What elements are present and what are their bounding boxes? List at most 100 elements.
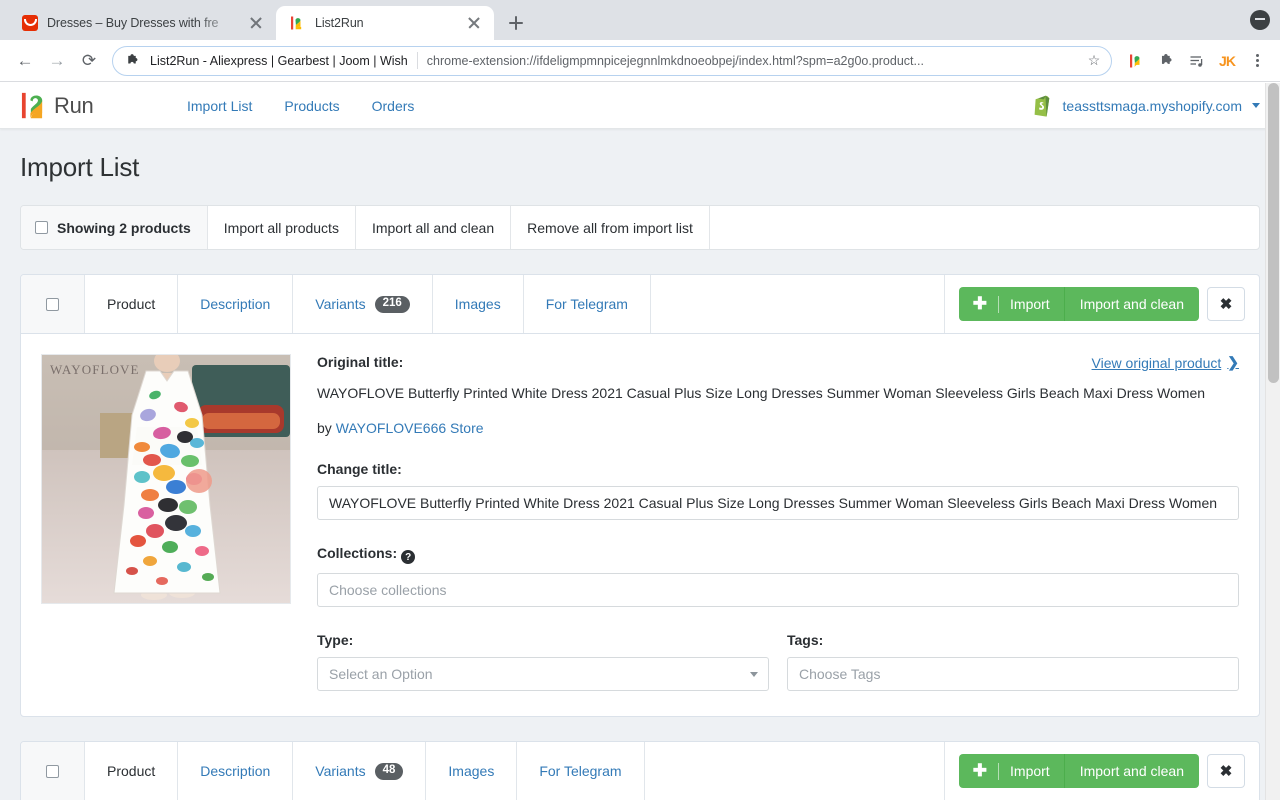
omnibox-divider [416, 52, 418, 69]
bulk-actions-toolbar: Showing 2 products Import all products I… [20, 205, 1260, 250]
view-original-product-link[interactable]: View original product ❯ [1092, 354, 1239, 371]
import-split-button: ✚ Import Import and clean [958, 287, 1199, 321]
jk-extension-icon[interactable]: JK [1214, 48, 1240, 74]
remove-all-from-import-list-button[interactable]: Remove all from import list [511, 206, 710, 249]
import-split-button: ✚ Import Import and clean [958, 754, 1199, 789]
change-title-input[interactable]: WAYOFLOVE Butterfly Printed White Dress … [317, 485, 1239, 520]
list2run-extension-icon[interactable] [1124, 48, 1150, 74]
store-selector[interactable]: teassttsmaga.myshopify.com [1034, 95, 1260, 117]
product-actions: ✚ Import Import and clean ✖ [945, 742, 1259, 800]
product-body: WAYOFLOVE Original title: View original … [21, 334, 1259, 716]
import-all-products-button[interactable]: Import all products [208, 206, 356, 249]
tab-variants[interactable]: Variants 216 [293, 275, 433, 333]
tags-input[interactable]: Choose Tags [787, 657, 1239, 692]
new-tab-button[interactable] [502, 9, 530, 37]
tab-for-telegram[interactable]: For Telegram [517, 742, 645, 800]
tags-label: Tags: [787, 632, 824, 649]
help-icon[interactable]: ? [401, 550, 416, 565]
nav-item-products[interactable]: Products [284, 98, 339, 114]
variants-count-badge: 48 [374, 762, 404, 780]
tab-for-telegram[interactable]: For Telegram [524, 275, 651, 333]
tab-variants[interactable]: Variants 48 [293, 742, 427, 800]
button-divider [998, 295, 1000, 313]
view-original-label: View original product [1091, 354, 1222, 371]
address-bar[interactable]: List2Run - Aliexpress | Gearbest | Joom … [112, 45, 1112, 76]
import-and-clean-button[interactable]: Import and clean [1063, 287, 1199, 321]
tab-title: List2Run [315, 16, 364, 30]
remove-product-button[interactable]: ✖ [1207, 754, 1245, 789]
puzzle-icon[interactable] [1154, 48, 1180, 74]
collections-label-text: Collections: [317, 544, 398, 561]
reload-icon[interactable]: ⟳ [74, 46, 104, 76]
close-icon[interactable] [248, 15, 264, 31]
tab-description[interactable]: Description [178, 275, 294, 333]
browser-tab-list2run[interactable]: List2Run [276, 6, 494, 40]
close-icon[interactable] [466, 15, 482, 31]
page-content: Run Import List Products Orders teasstts… [0, 83, 1280, 800]
collections-label: Collections:? [317, 545, 1239, 565]
type-column: Type: Select an Option [317, 607, 769, 692]
reading-list-icon[interactable] [1184, 48, 1210, 74]
select-all-checkbox[interactable] [35, 221, 48, 234]
product-tabbar: Product Description Variants 216 Images … [21, 275, 1259, 334]
back-icon[interactable]: ← [10, 46, 40, 76]
showing-count-label: Showing 2 products [57, 219, 191, 236]
product-card: Product Description Variants 216 Images … [20, 274, 1260, 718]
tab-variants-label: Variants [315, 763, 366, 780]
by-prefix: by [317, 419, 332, 436]
plus-icon: ✚ [972, 761, 988, 781]
forward-icon[interactable]: → [42, 46, 72, 76]
collections-input[interactable]: Choose collections [317, 573, 1239, 608]
app-header: Run Import List Products Orders teasstts… [0, 83, 1280, 129]
product-title-text: WAYOFLOVE Butterfly Printed White Dress … [317, 385, 1206, 401]
tabbar-spacer [645, 742, 945, 800]
import-and-clean-button[interactable]: Import and clean [1063, 754, 1199, 789]
store-name: teassttsmaga.myshopify.com [1062, 97, 1242, 114]
scrollbar-thumb[interactable] [1268, 83, 1279, 383]
button-divider [998, 762, 1000, 780]
product-checkbox[interactable] [46, 297, 59, 311]
page-title: Import List [20, 152, 140, 182]
chevron-right-icon: ❯ [1227, 354, 1239, 370]
tab-product[interactable]: Product [85, 742, 179, 800]
tab-images[interactable]: Images [426, 742, 518, 800]
change-title-label: Change title: [317, 460, 402, 477]
tab-description[interactable]: Description [178, 742, 294, 800]
original-title-row: Original title: View original product ❯ [317, 354, 1239, 371]
original-title-label: Original title: [317, 354, 404, 370]
product-checkbox[interactable] [46, 764, 59, 778]
kebab-menu-icon[interactable] [1244, 48, 1270, 74]
remove-product-button[interactable]: ✖ [1207, 287, 1245, 321]
import-button[interactable]: ✚ Import [958, 287, 1064, 321]
product-byline: by WAYOFLOVE666 Store [317, 420, 1239, 436]
bookmark-star-icon[interactable]: ☆ [1083, 52, 1105, 69]
tab-images[interactable]: Images [433, 275, 524, 333]
import-button[interactable]: ✚ Import [958, 754, 1064, 789]
tab-title: Dresses – Buy Dresses with fre [47, 16, 219, 30]
logo-text: Run [54, 92, 94, 118]
browser-tab-aliexpress[interactable]: Dresses – Buy Dresses with fre [8, 6, 276, 40]
type-tags-row: Type: Select an Option Tags: Choose Tags [317, 607, 1239, 692]
nav-item-import-list[interactable]: Import List [187, 98, 252, 114]
nav-item-orders[interactable]: Orders [372, 98, 415, 114]
extension-name-label: List2Run - Aliexpress | Gearbest | Joom … [150, 53, 408, 68]
window-minimize-icon[interactable] [1250, 10, 1270, 30]
main-container: Showing 2 products Import all products I… [0, 183, 1280, 800]
list2run-icon [290, 15, 306, 31]
browser-window: Dresses – Buy Dresses with fre List2Run … [0, 0, 1280, 800]
store-link[interactable]: WAYOFLOVE666 Store [336, 420, 484, 436]
page-scrollbar[interactable] [1265, 83, 1280, 800]
product-thumbnail[interactable]: WAYOFLOVE [41, 354, 291, 604]
shopify-bag-icon [1034, 95, 1049, 117]
app-logo[interactable]: Run [20, 91, 150, 121]
tabbar-spacer [651, 275, 945, 333]
product-select-cell[interactable] [21, 742, 85, 800]
extension-puzzle-icon [128, 54, 138, 64]
type-label: Type: [317, 632, 354, 649]
type-select[interactable]: Select an Option [317, 657, 769, 692]
tab-product[interactable]: Product [85, 275, 179, 333]
import-all-and-clean-button[interactable]: Import all and clean [356, 206, 512, 249]
product-select-cell[interactable] [21, 275, 85, 333]
select-all-cell[interactable]: Showing 2 products [21, 206, 208, 249]
